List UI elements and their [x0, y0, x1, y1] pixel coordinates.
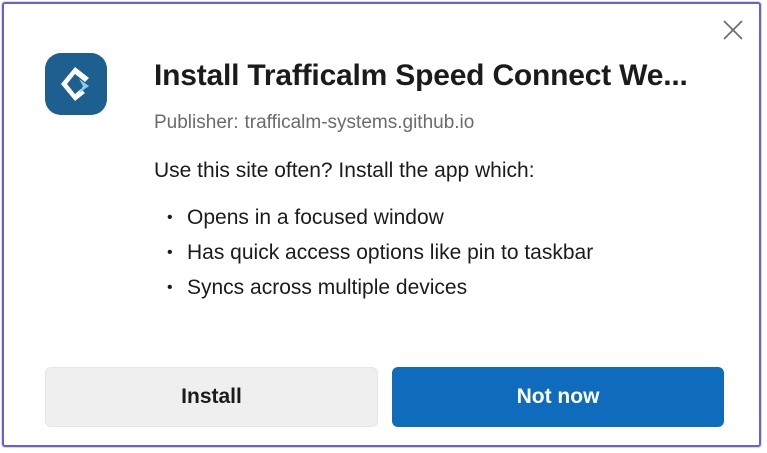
install-button[interactable]: Install — [45, 367, 378, 427]
close-icon — [723, 20, 743, 40]
feature-text: Has quick access options like pin to tas… — [187, 241, 594, 264]
dialog-title: Install Trafficalm Speed Connect We... — [154, 59, 688, 92]
feature-item: • Syncs across multiple devices — [164, 273, 593, 308]
install-intro-text: Use this site often? Install the app whi… — [154, 159, 535, 182]
install-app-dialog: Install Trafficalm Speed Connect We... P… — [2, 2, 761, 447]
feature-text: Opens in a focused window — [187, 206, 444, 229]
trafficalm-app-icon — [45, 53, 107, 115]
feature-list: • Opens in a focused window • Has quick … — [164, 203, 593, 308]
bullet-icon: • — [167, 209, 173, 226]
publisher-label: Publisher: — [154, 112, 239, 133]
publisher-value: trafficalm-systems.github.io — [244, 112, 475, 133]
feature-item: • Opens in a focused window — [164, 203, 593, 238]
feature-item: • Has quick access options like pin to t… — [164, 238, 593, 273]
bullet-icon: • — [167, 244, 173, 261]
feature-text: Syncs across multiple devices — [187, 276, 468, 299]
not-now-button[interactable]: Not now — [392, 367, 724, 427]
publisher-line: Publisher: trafficalm-systems.github.io — [154, 112, 474, 134]
close-button[interactable] — [721, 18, 745, 42]
bullet-icon: • — [167, 279, 173, 296]
